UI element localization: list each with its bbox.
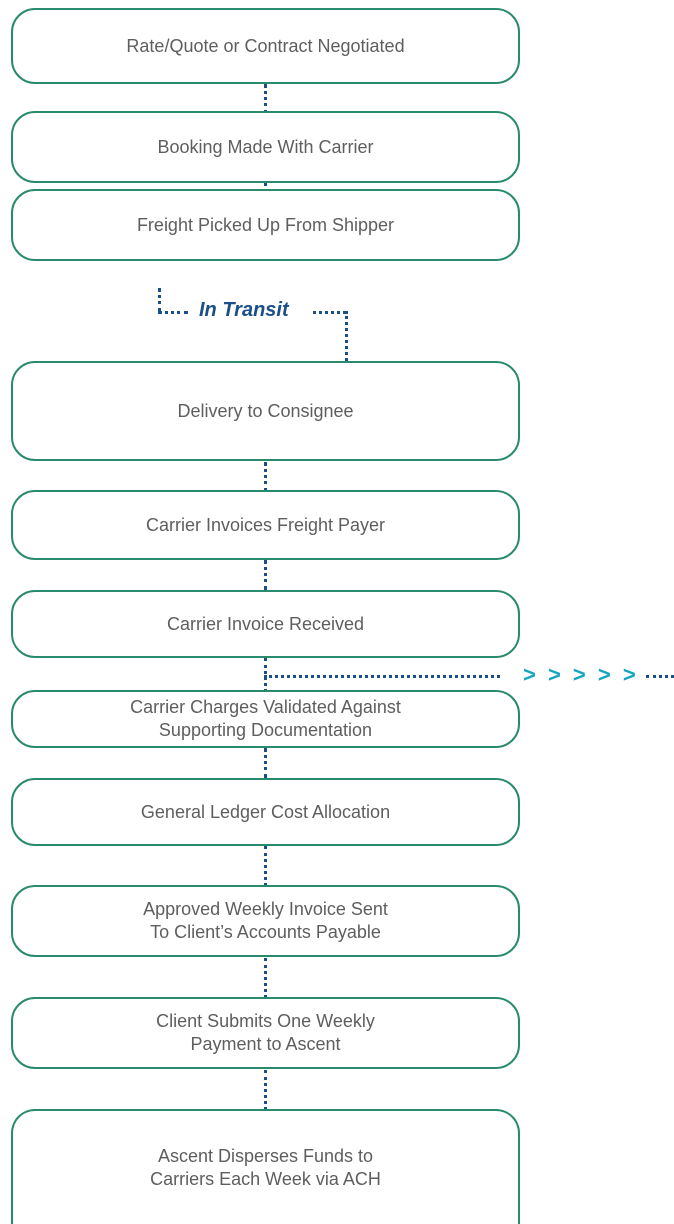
step-carrier-invoices: Carrier Invoices Freight Payer [11, 490, 520, 560]
connector-1-2 [264, 84, 267, 114]
transit-connector-down [158, 288, 161, 312]
connector-10-11 [264, 1070, 267, 1110]
connector-8-9 [264, 846, 267, 886]
connector-7-8 [264, 748, 267, 778]
connector-5-6 [264, 560, 267, 590]
transit-connector-right [313, 311, 346, 314]
connector-4-5 [264, 462, 267, 492]
branch-connector [264, 675, 500, 678]
connector-9-10 [264, 958, 267, 998]
step-delivery: Delivery to Consignee [11, 361, 520, 461]
step-rate-quote: Rate/Quote or Contract Negotiated [11, 8, 520, 84]
transit-connector-left [158, 311, 188, 314]
step-booking: Booking Made With Carrier [11, 111, 520, 183]
branch-tail [646, 675, 674, 678]
transit-connector-to-delivery [345, 311, 348, 361]
step-invoice-received: Carrier Invoice Received [11, 590, 520, 658]
step-gl-allocation: General Ledger Cost Allocation [11, 778, 520, 846]
step-ascent-disperses: Ascent Disperses Funds to Carriers Each … [11, 1109, 520, 1224]
branch-arrows: > > > > > [523, 662, 639, 687]
step-approved-invoice: Approved Weekly Invoice Sent To Client’s… [11, 885, 520, 957]
step-charges-validated: Carrier Charges Validated Against Suppor… [11, 690, 520, 748]
in-transit-label: In Transit [199, 299, 289, 321]
step-freight-pickup: Freight Picked Up From Shipper [11, 189, 520, 261]
step-client-payment: Client Submits One Weekly Payment to Asc… [11, 997, 520, 1069]
